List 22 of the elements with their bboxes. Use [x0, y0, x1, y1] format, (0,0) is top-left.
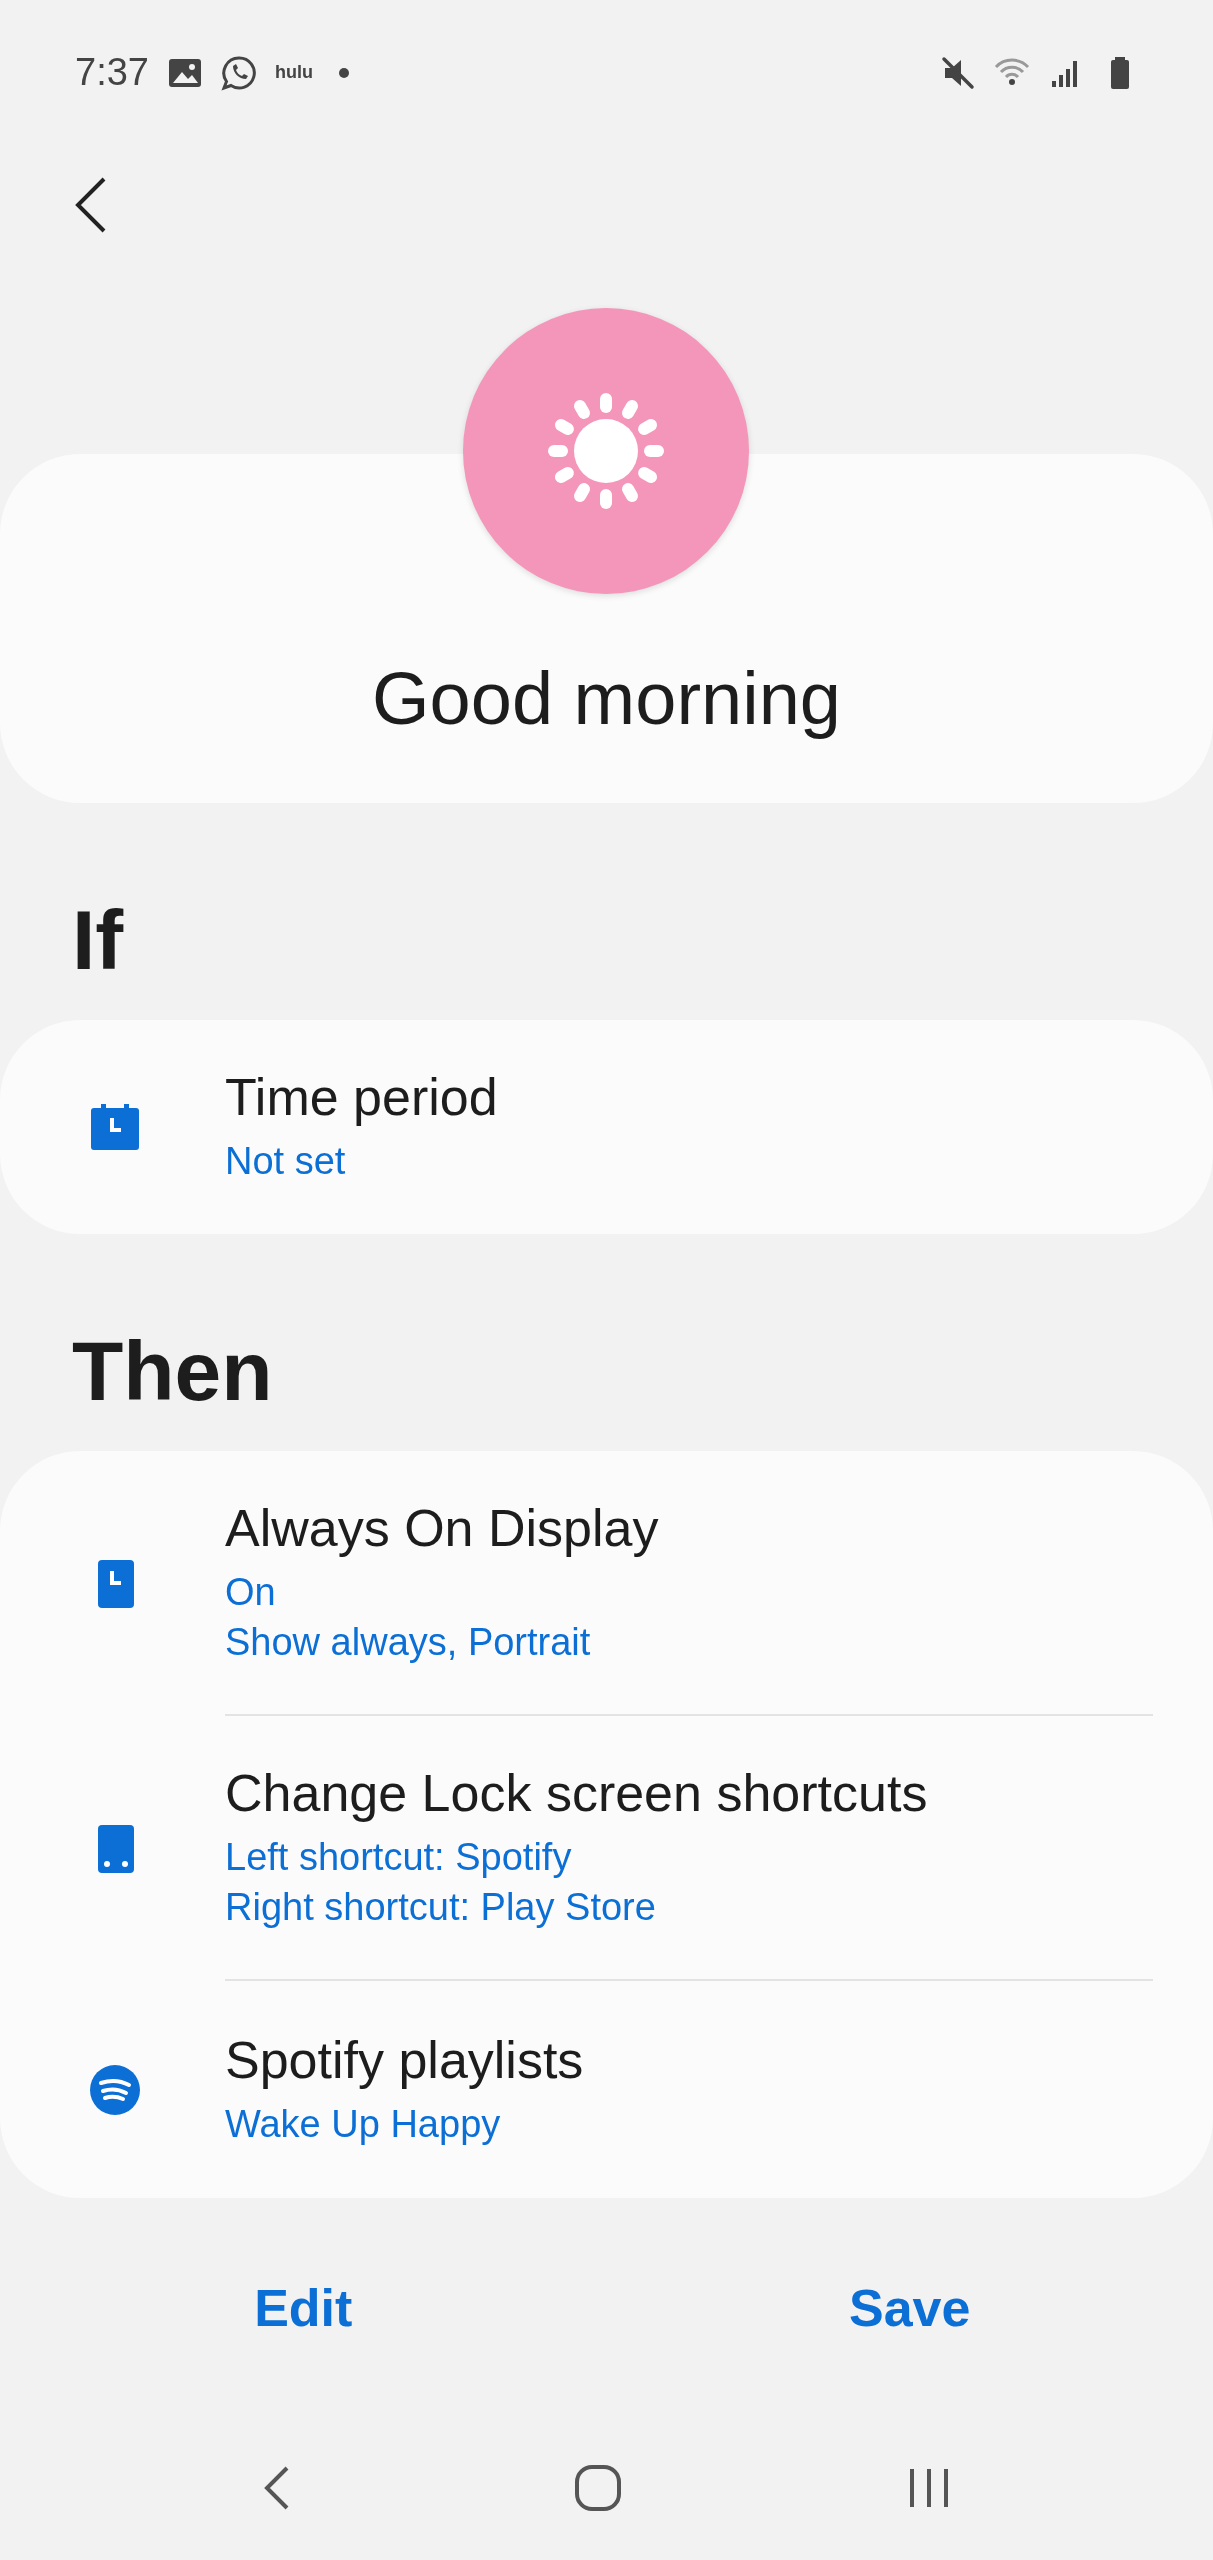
item-title[interactable]: Time period	[225, 1067, 1153, 1128]
mute-icon	[940, 54, 976, 91]
music-icon	[87, 2062, 142, 2117]
item-detail: On	[225, 1570, 277, 1616]
item-detail: Show always, Portrait	[225, 1619, 592, 1665]
routine-title: Good morning	[372, 656, 841, 741]
app-label: hulu	[274, 62, 313, 83]
section-heading: Then	[72, 1329, 273, 1413]
item-detail: Right shortcut: Play Store	[225, 1884, 657, 1930]
clock-time: 7:37	[75, 51, 149, 94]
chat-icon	[220, 54, 257, 91]
notification-dot	[338, 67, 349, 78]
action-button[interactable]: Save	[825, 2270, 995, 2346]
item-detail: Wake Up Happy	[225, 2101, 502, 2147]
item-title[interactable]: Always On Display	[225, 1498, 1153, 1559]
item-detail: Not set	[225, 1139, 347, 1185]
section-heading: If	[72, 898, 124, 982]
item-detail: Left shortcut: Spotify	[225, 1835, 573, 1881]
item-title[interactable]: Spotify playlists	[225, 2029, 1153, 2090]
home-nav-icon[interactable]	[573, 2463, 624, 2513]
item-title[interactable]: Change Lock screen shortcuts	[225, 1763, 1153, 1824]
action-button[interactable]: Edit	[230, 2270, 377, 2346]
